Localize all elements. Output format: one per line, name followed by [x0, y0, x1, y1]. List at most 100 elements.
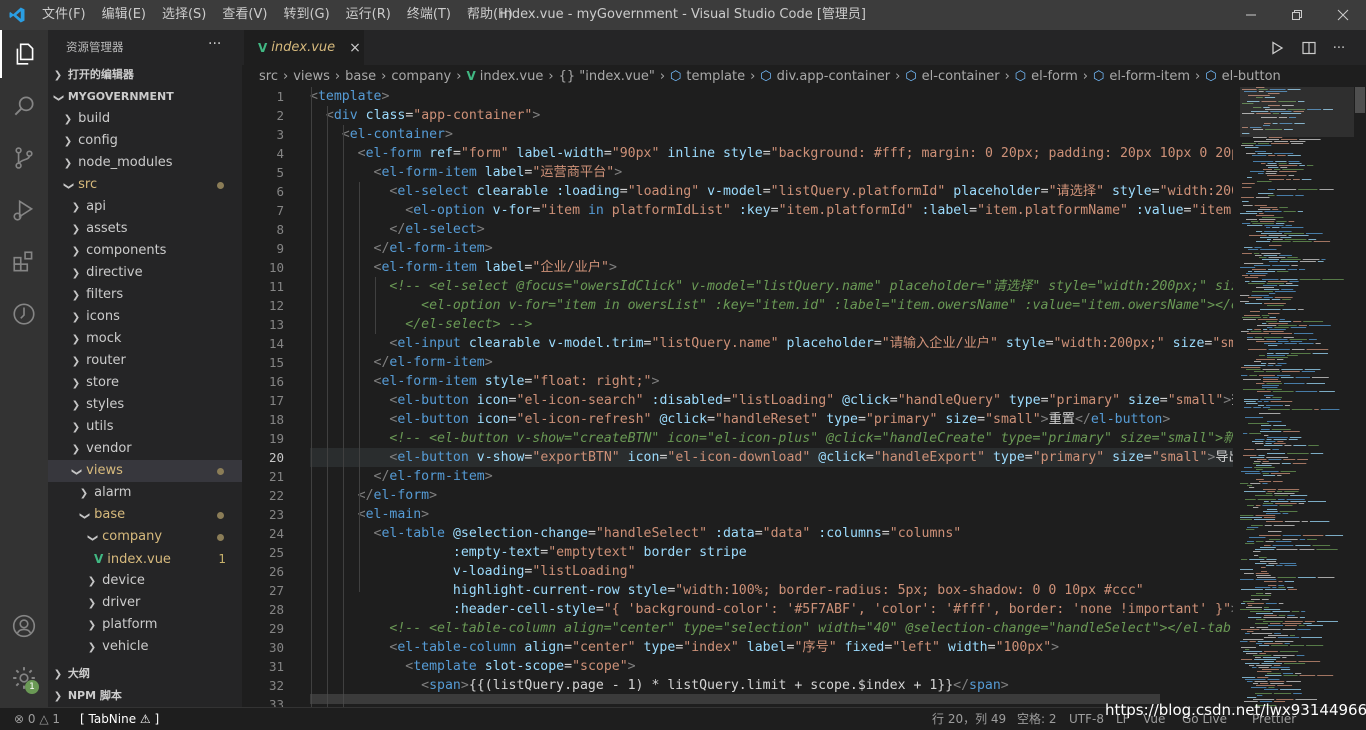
line-number: 2 — [276, 108, 284, 123]
vertical-scrollbar[interactable] — [1354, 87, 1366, 707]
chevron-right-icon: ❯ — [63, 114, 73, 125]
folder-item[interactable]: ❯ platform — [48, 614, 242, 636]
timeline-button[interactable] — [0, 290, 48, 338]
folder-item[interactable]: ❯ vehicle — [48, 636, 242, 658]
line-number: 23 — [268, 507, 284, 522]
menu-item[interactable]: 转到(G) — [275, 0, 337, 30]
minimap[interactable] — [1240, 87, 1354, 707]
folder-item[interactable]: ❯ styles — [48, 394, 242, 416]
menu-item[interactable]: 终端(T) — [399, 0, 459, 30]
minimize-button[interactable] — [1228, 0, 1274, 30]
minimap-line — [1242, 317, 1261, 318]
breadcrumb-item[interactable]: index.vue — [480, 69, 544, 84]
split-editor-button[interactable] — [1299, 38, 1319, 58]
horizontal-scroll-thumb[interactable] — [310, 694, 1160, 704]
minimap-line — [1257, 695, 1263, 696]
menu-item[interactable]: 选择(S) — [154, 0, 214, 30]
folder-item[interactable]: ❯ driver — [48, 592, 242, 614]
menu-item[interactable]: 编辑(E) — [94, 0, 154, 30]
minimap-line — [1273, 169, 1281, 170]
minimap-line — [1244, 247, 1253, 248]
tabnine-status[interactable]: [ TabNine ⚠ ] — [80, 708, 159, 730]
folder-item[interactable]: ❯ build — [48, 108, 242, 130]
folder-item[interactable]: ❯ directive — [48, 262, 242, 284]
settings-button[interactable] — [0, 654, 48, 702]
breadcrumb-item[interactable]: el-button — [1222, 69, 1281, 84]
close-window-button[interactable] — [1320, 0, 1366, 30]
breadcrumb-item[interactable]: el-container — [922, 69, 1000, 84]
chevron-down-icon: ❯ — [53, 93, 64, 103]
minimap-viewport[interactable] — [1240, 87, 1354, 137]
folder-item[interactable]: ❯ components — [48, 240, 242, 262]
cursor-position[interactable]: 行 20，列 49 — [932, 708, 1006, 730]
minimap-line — [1317, 577, 1335, 578]
restore-button[interactable] — [1274, 0, 1320, 30]
minimap-line — [1267, 163, 1277, 164]
tab-index-vue[interactable]: V index.vue × — [244, 30, 364, 65]
open-editors-section[interactable]: ❯ 打开的编辑器 — [48, 64, 242, 86]
folder-item[interactable]: ❯ utils — [48, 416, 242, 438]
folder-item[interactable]: ❯ views — [48, 460, 242, 482]
run-button[interactable] — [1267, 38, 1287, 58]
minimap-line — [1248, 617, 1262, 618]
minimap-line — [1298, 661, 1321, 662]
breadcrumb-item[interactable]: {} "index.vue" — [559, 69, 655, 84]
minimap-line — [1267, 509, 1278, 510]
minimap-line — [1279, 171, 1297, 172]
folder-item[interactable]: ❯ api — [48, 196, 242, 218]
folder-item[interactable]: ❯ base — [48, 504, 242, 526]
folder-item[interactable]: ❯ icons — [48, 306, 242, 328]
search-button[interactable] — [0, 82, 48, 130]
folder-item[interactable]: ❯ node_modules — [48, 152, 242, 174]
minimap-line — [1273, 693, 1292, 694]
folder-item[interactable]: ❯ src — [48, 174, 242, 196]
more-actions-button[interactable]: ··· — [208, 36, 221, 52]
folder-item[interactable]: ❯ assets — [48, 218, 242, 240]
account-button[interactable] — [0, 602, 48, 650]
folder-item[interactable]: ❯ alarm — [48, 482, 242, 504]
horizontal-scrollbar[interactable] — [310, 694, 1230, 704]
minimap-line — [1316, 621, 1338, 622]
minimap-line — [1267, 491, 1275, 492]
problems-indicator[interactable]: ⊗ 0 △ 1 — [14, 708, 60, 730]
close-tab-button[interactable]: × — [349, 40, 361, 56]
run-debug-icon — [13, 199, 34, 221]
folder-item[interactable]: ❯ vendor — [48, 438, 242, 460]
folder-item[interactable]: ❯ filters — [48, 284, 242, 306]
folder-item[interactable]: ❯ store — [48, 372, 242, 394]
run-debug-button[interactable] — [0, 186, 48, 234]
file-item[interactable]: Vindex.vue 1 — [48, 548, 242, 570]
breadcrumb-item[interactable]: base — [345, 69, 376, 84]
folder-item[interactable]: ❯ company — [48, 526, 242, 548]
breadcrumb-item[interactable]: template — [686, 69, 745, 84]
breadcrumb-item[interactable]: div.app-container — [777, 69, 890, 84]
code-content[interactable]: <template> <div class="app-container"> <… — [310, 87, 1233, 707]
folder-item[interactable]: ❯ mock — [48, 328, 242, 350]
outline-section[interactable]: ❯ 大纲 — [48, 663, 242, 685]
breadcrumb-item[interactable]: el-form-item — [1109, 69, 1190, 84]
npm-scripts-section[interactable]: ❯ NPM 脚本 — [48, 685, 242, 707]
editor-more-button[interactable]: ··· — [1329, 38, 1349, 58]
indentation[interactable]: 空格: 2 — [1017, 708, 1057, 730]
menu-item[interactable]: 查看(V) — [214, 0, 275, 30]
vertical-scroll-thumb[interactable] — [1355, 87, 1365, 113]
breadcrumb-item[interactable]: views — [293, 69, 330, 84]
minimap-line — [1287, 589, 1297, 590]
folder-item[interactable]: ❯ config — [48, 130, 242, 152]
code-line: <template slot-scope="scope"> — [405, 659, 636, 674]
menu-item[interactable]: 文件(F) — [34, 0, 94, 30]
minimap-line — [1244, 467, 1253, 468]
breadcrumb-item[interactable]: el-form — [1031, 69, 1078, 84]
menu-item[interactable]: 帮助(H) — [459, 0, 521, 30]
menu-item[interactable]: 运行(R) — [338, 0, 399, 30]
encoding[interactable]: UTF-8 — [1069, 708, 1104, 730]
minimap-line — [1269, 179, 1285, 180]
project-section[interactable]: ❯ MYGOVERNMENT — [48, 86, 242, 108]
breadcrumb-item[interactable]: company — [391, 69, 451, 84]
source-control-button[interactable] — [0, 134, 48, 182]
breadcrumb-item[interactable]: src — [259, 69, 278, 84]
folder-item[interactable]: ❯ router — [48, 350, 242, 372]
folder-item[interactable]: ❯ device — [48, 570, 242, 592]
explorer-button[interactable] — [0, 30, 48, 78]
extensions-button[interactable] — [0, 238, 48, 286]
